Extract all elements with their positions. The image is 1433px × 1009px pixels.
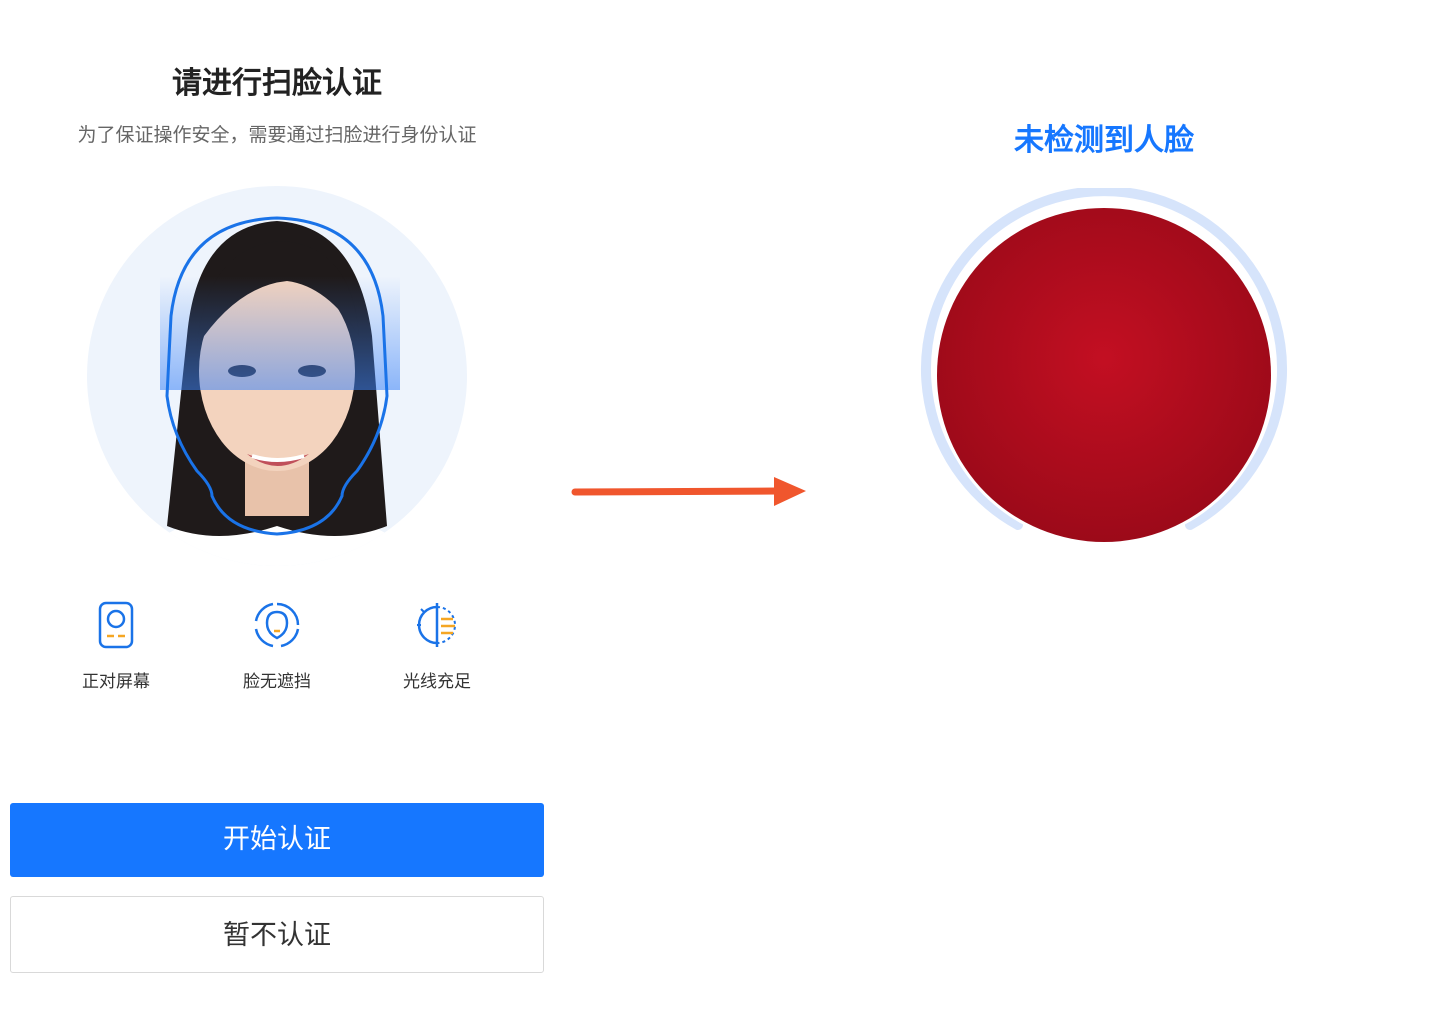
detection-area [937,208,1271,542]
face-outline-icon [254,602,300,648]
arrow-right-icon [571,477,806,506]
tip-face-screen: 正对屏幕 [46,601,186,692]
tip-label: 正对屏幕 [82,672,150,692]
face-illustration [87,186,467,566]
light-icon [417,603,457,647]
tip-label: 光线充足 [403,672,471,692]
skip-verification-button[interactable]: 暂不认证 [10,896,544,973]
tip-label: 脸无遮挡 [243,672,311,692]
camera-preview [921,188,1287,545]
phone-face-icon [98,601,134,649]
start-verification-button[interactable]: 开始认证 [10,803,544,877]
tip-light: 光线充足 [367,601,507,692]
page-subtitle: 为了保证操作安全，需要通过扫脸进行身份认证 [77,124,477,146]
tip-no-cover: 脸无遮挡 [207,601,347,692]
detection-status: 未检测到人脸 [1014,123,1194,158]
page-title: 请进行扫脸认证 [172,66,382,101]
face-illustration-graphic [117,216,437,566]
